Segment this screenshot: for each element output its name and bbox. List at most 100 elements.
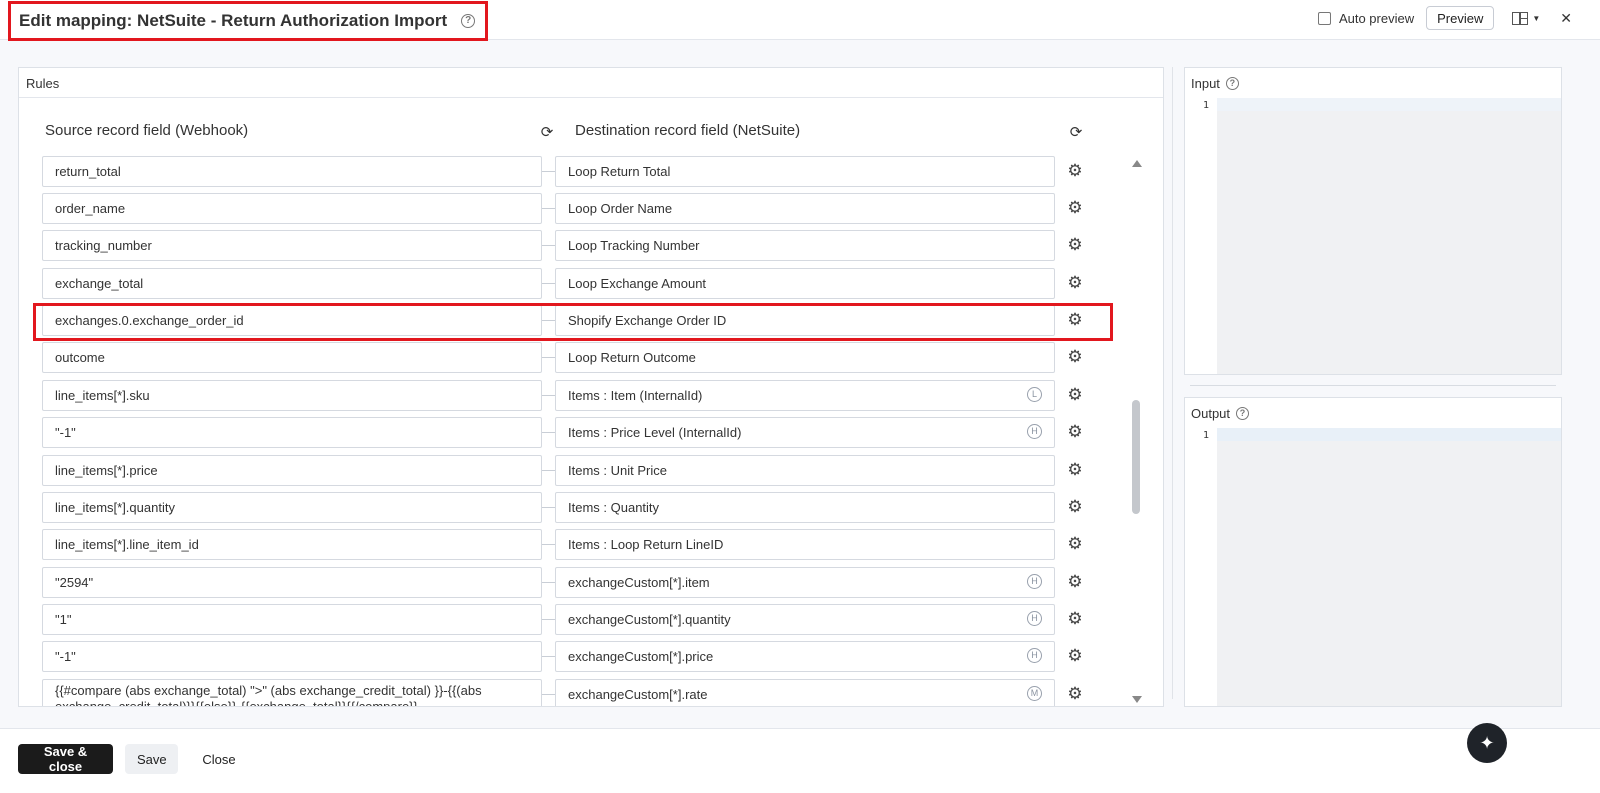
vertical-scrollbar[interactable] <box>1129 156 1143 708</box>
gear-icon[interactable]: ⚙ <box>1066 162 1084 180</box>
save-button[interactable]: Save <box>125 744 178 774</box>
destination-field-value: Loop Return Total <box>568 164 671 179</box>
gear-icon[interactable]: ⚙ <box>1066 461 1084 479</box>
layout-toggle[interactable]: ▼ <box>1512 11 1540 25</box>
destination-field-value: Items : Price Level (InternalId) <box>568 425 742 440</box>
destination-column-header: Destination record field (NetSuite) <box>575 122 801 139</box>
source-field-input[interactable]: outcome <box>42 342 542 373</box>
source-field-input[interactable]: return_total <box>42 156 542 187</box>
source-field-input[interactable]: tracking_number <box>42 230 542 261</box>
auto-preview-checkbox[interactable] <box>1317 11 1331 25</box>
input-editor[interactable]: 1 <box>1185 98 1561 374</box>
destination-field-input[interactable]: Items : Unit Price <box>555 455 1055 486</box>
mapping-type-badge: H <box>1027 424 1042 439</box>
source-field-input[interactable]: "1" <box>42 604 542 635</box>
source-field-input[interactable]: order_name <box>42 193 542 224</box>
mapping-rows: return_total Loop Return Total ⚙ order_name… <box>19 156 1129 706</box>
help-icon[interactable]: ? <box>1236 406 1250 420</box>
destination-field-input[interactable]: Shopify Exchange Order ID <box>555 305 1055 336</box>
gear-icon[interactable]: ⚙ <box>1066 647 1084 665</box>
source-field-input[interactable]: line_items[*].price <box>42 455 542 486</box>
current-line <box>1217 98 1561 111</box>
mapping-connector <box>542 208 555 209</box>
destination-field-input[interactable]: exchangeCustom[*].quantity H <box>555 604 1055 635</box>
source-field-input[interactable]: "-1" <box>42 641 542 672</box>
gear-icon[interactable]: ⚙ <box>1066 610 1084 628</box>
destination-field-value: exchangeCustom[*].price <box>568 649 714 664</box>
output-pane-title: Output <box>1191 405 1231 421</box>
destination-field-input[interactable]: Items : Item (InternalId) L <box>555 380 1055 411</box>
line-number: 1 <box>1202 430 1209 441</box>
gear-icon[interactable]: ⚙ <box>1066 685 1084 703</box>
scroll-up-icon[interactable] <box>1132 160 1142 167</box>
source-field-input[interactable]: exchanges.0.exchange_order_id <box>42 305 542 336</box>
destination-field-input[interactable]: Loop Tracking Number <box>555 230 1055 261</box>
source-field-input[interactable]: "-1" <box>42 417 542 448</box>
destination-field-input[interactable]: Loop Exchange Amount <box>555 268 1055 299</box>
source-field-input[interactable]: line_items[*].quantity <box>42 492 542 523</box>
mapping-row: order_name Loop Order Name ⚙ <box>19 193 1129 224</box>
mapping-connector <box>542 656 555 657</box>
mapping-row: "-1" exchangeCustom[*].price H ⚙ <box>19 641 1129 672</box>
gear-icon[interactable]: ⚙ <box>1066 199 1084 217</box>
scroll-down-icon[interactable] <box>1132 696 1142 703</box>
gear-icon[interactable]: ⚙ <box>1066 236 1084 254</box>
footer: Save & close Save Close <box>0 728 1600 793</box>
mapping-type-badge: H <box>1027 611 1042 626</box>
preview-button[interactable]: Preview <box>1426 6 1495 30</box>
panel-divider[interactable] <box>1172 67 1173 699</box>
gear-icon[interactable]: ⚙ <box>1066 386 1084 404</box>
close-button[interactable]: Close <box>190 744 248 774</box>
source-field-input[interactable]: "2594" <box>42 567 542 598</box>
mapping-row: exchange_total Loop Exchange Amount ⚙ <box>19 268 1129 299</box>
destination-field-value: Loop Order Name <box>568 201 673 216</box>
current-line <box>1217 428 1561 441</box>
gear-icon[interactable]: ⚙ <box>1066 311 1084 329</box>
help-icon[interactable]: ? <box>1225 76 1239 90</box>
destination-field-value: Loop Exchange Amount <box>568 276 707 291</box>
gear-icon[interactable]: ⚙ <box>1066 348 1084 366</box>
output-pane: Output ? 1 <box>1184 397 1562 707</box>
close-icon[interactable]: ✕ <box>1560 10 1572 27</box>
mapping-row: "2594" exchangeCustom[*].item H ⚙ <box>19 567 1129 598</box>
input-pane-title: Input <box>1191 75 1220 91</box>
sparkle-icon[interactable]: ✦ <box>1467 723 1507 763</box>
destination-field-input[interactable]: Items : Loop Return LineID <box>555 529 1055 560</box>
mapping-connector <box>542 357 555 358</box>
mapping-connector <box>542 245 555 246</box>
destination-field-input[interactable]: exchangeCustom[*].rate M <box>555 679 1055 706</box>
refresh-icon[interactable]: ⟳ <box>539 125 555 141</box>
save-and-close-button[interactable]: Save & close <box>18 744 113 774</box>
source-field-input[interactable]: exchange_total <box>42 268 542 299</box>
destination-field-input[interactable]: exchangeCustom[*].item H <box>555 567 1055 598</box>
mapping-connector <box>542 544 555 545</box>
destination-field-value: Loop Return Outcome <box>568 350 696 365</box>
source-field-input[interactable]: {{#compare (abs exchange_total) ">" (abs… <box>42 679 542 706</box>
auto-preview-label: Auto preview <box>1338 10 1415 26</box>
destination-field-input[interactable]: Loop Return Outcome <box>555 342 1055 373</box>
mapping-row: line_items[*].sku Items : Item (InternalI… <box>19 380 1129 411</box>
gear-icon[interactable]: ⚙ <box>1066 573 1084 591</box>
destination-field-input[interactable]: Loop Return Total <box>555 156 1055 187</box>
scrollbar-thumb[interactable] <box>1132 400 1140 514</box>
mapping-connector <box>542 283 555 284</box>
mapping-row: outcome Loop Return Outcome ⚙ <box>19 342 1129 373</box>
destination-field-input[interactable]: Loop Order Name <box>555 193 1055 224</box>
gear-icon[interactable]: ⚙ <box>1066 535 1084 553</box>
mapping-connector <box>542 395 555 396</box>
source-field-input[interactable]: line_items[*].line_item_id <box>42 529 542 560</box>
pane-separator[interactable] <box>1190 385 1556 386</box>
gear-icon[interactable]: ⚙ <box>1066 498 1084 516</box>
destination-field-input[interactable]: exchangeCustom[*].price H <box>555 641 1055 672</box>
refresh-icon[interactable]: ⟳ <box>1068 125 1084 141</box>
destination-field-input[interactable]: Items : Price Level (InternalId) H <box>555 417 1055 448</box>
mapping-row: line_items[*].quantity Items : Quantity ⚙ <box>19 492 1129 523</box>
output-editor[interactable]: 1 <box>1185 428 1561 706</box>
help-icon[interactable]: ? <box>461 14 476 28</box>
gear-icon[interactable]: ⚙ <box>1066 423 1084 441</box>
source-field-input[interactable]: line_items[*].sku <box>42 380 542 411</box>
mapping-row: tracking_number Loop Tracking Number ⚙ <box>19 230 1129 261</box>
destination-field-input[interactable]: Items : Quantity <box>555 492 1055 523</box>
mapping-connector <box>542 470 555 471</box>
gear-icon[interactable]: ⚙ <box>1066 274 1084 292</box>
